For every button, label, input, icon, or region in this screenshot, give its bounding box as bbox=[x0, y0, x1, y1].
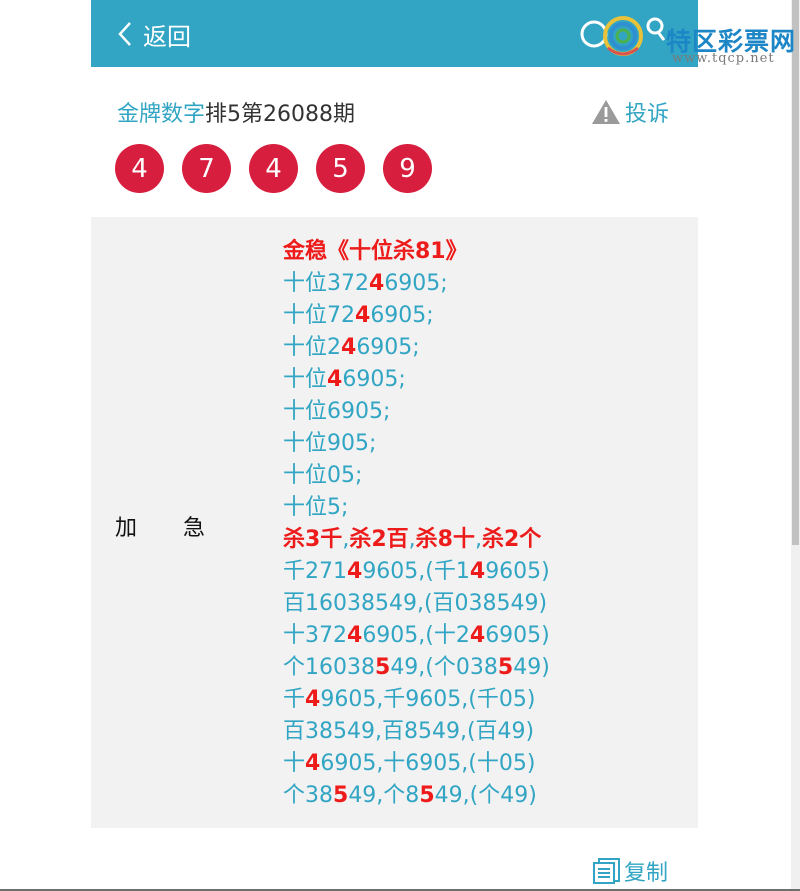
line-segment: 十位 bbox=[283, 367, 328, 392]
highlight-digit: 5 bbox=[497, 655, 514, 680]
prediction-line: 十位905; bbox=[283, 428, 550, 460]
prediction-lines: 金稳《十位杀81》 十位37246905; 十位7246905; 十位246905; 十… bbox=[283, 236, 550, 812]
complain-label: 投诉 bbox=[625, 102, 670, 127]
line-segment: 6905; bbox=[384, 271, 448, 296]
prediction-line: 十位7246905; bbox=[283, 300, 550, 332]
line-segment: 9605,千9605,(千05) bbox=[320, 687, 536, 712]
line-segment: 6905) bbox=[485, 623, 550, 648]
prediction-heading: 金稳《十位杀81》 bbox=[283, 236, 550, 268]
highlight-digit: 4 bbox=[355, 303, 371, 328]
line-segment: 8 bbox=[361, 655, 375, 680]
line-segment: 十位6905; bbox=[283, 399, 391, 424]
source-link[interactable]: 金牌数字 bbox=[117, 102, 205, 127]
prediction-line: 十位05; bbox=[283, 460, 550, 492]
warning-icon bbox=[592, 100, 620, 124]
prediction-heading: 杀3千,杀2百,杀8十,杀2个 bbox=[283, 524, 550, 556]
line-segment: 千 bbox=[283, 687, 306, 712]
separator: , bbox=[408, 527, 416, 552]
highlight-digit: 4 bbox=[347, 623, 363, 648]
scrollbar-thumb[interactable] bbox=[792, 0, 799, 545]
issue-title: 排5第26088期 bbox=[205, 102, 355, 127]
prediction-line: 百38549,百8549,(百49) bbox=[283, 716, 550, 748]
line-segment: 个38 bbox=[283, 783, 333, 808]
highlight-digit: 4 bbox=[341, 335, 357, 360]
prediction-line: 十位46905; bbox=[283, 364, 550, 396]
prediction-line: 百16038549,(百038549) bbox=[283, 588, 550, 620]
line-segment: 十 bbox=[283, 751, 306, 776]
site-logo: 特区彩票网 www.tqcp.net bbox=[578, 8, 795, 66]
highlight-digit: 5 bbox=[419, 783, 435, 808]
line-segment: 十372 bbox=[283, 623, 347, 648]
line-segment: 十位5; bbox=[283, 495, 349, 520]
logo-swirl-icon bbox=[580, 16, 666, 56]
prediction-line: 十37246905,(十246905) bbox=[283, 620, 550, 652]
separator: , bbox=[474, 527, 482, 552]
result-ball: 9 bbox=[383, 144, 432, 193]
prediction-line: 十位6905; bbox=[283, 396, 550, 428]
line-segment: 金稳《十位杀81》 bbox=[283, 239, 468, 264]
highlight-digit: 4 bbox=[369, 271, 385, 296]
back-label: 返回 bbox=[143, 22, 191, 51]
urgent-label: 加急 bbox=[115, 510, 207, 542]
complain-button[interactable]: 投诉 bbox=[591, 96, 669, 128]
line-segment: 十位05; bbox=[283, 463, 363, 488]
prediction-line: 十位37246905; bbox=[283, 268, 550, 300]
prediction-line: 个16038549,(个038549) bbox=[283, 652, 550, 684]
line-segment: 9605) bbox=[485, 559, 550, 584]
highlight-digit: 4 bbox=[469, 623, 486, 648]
result-ball: 4 bbox=[249, 144, 298, 193]
highlight-digit: 4 bbox=[347, 559, 363, 584]
highlight-digit: 5 bbox=[375, 655, 391, 680]
prediction-line: 个38549,个8549,(个49) bbox=[283, 780, 550, 812]
line-segment: 49,(个49) bbox=[434, 783, 537, 808]
line-segment: 杀8十 bbox=[415, 527, 475, 552]
copy-icon bbox=[593, 858, 620, 884]
highlight-digit: 5 bbox=[333, 783, 349, 808]
urgent-label-char: 加 bbox=[115, 516, 140, 541]
prediction-line: 千49605,千9605,(千05) bbox=[283, 684, 550, 716]
back-button[interactable]: 返回 bbox=[117, 18, 191, 51]
copy-button[interactable]: 复制 bbox=[592, 856, 668, 886]
line-segment: 6905; bbox=[356, 335, 420, 360]
result-ball: 5 bbox=[316, 144, 365, 193]
copy-label: 复制 bbox=[624, 861, 669, 886]
line-segment: 个1603 bbox=[283, 655, 361, 680]
result-balls: 4 7 4 5 9 bbox=[115, 144, 450, 193]
line-segment: 十位2 bbox=[283, 335, 341, 360]
result-ball: 7 bbox=[182, 144, 231, 193]
line-segment: 49,个8 bbox=[348, 783, 420, 808]
line-segment: 百16038549,(百038549) bbox=[283, 591, 548, 616]
urgent-label-char: 急 bbox=[183, 516, 208, 541]
line-segment: 6905; bbox=[342, 367, 406, 392]
result-ball: 4 bbox=[115, 144, 164, 193]
prediction-content: 加急 金稳《十位杀81》 十位37246905; 十位7246905; 十位24690… bbox=[91, 217, 698, 828]
line-segment: 49,(个03 bbox=[390, 655, 484, 680]
line-segment: 千271 bbox=[283, 559, 347, 584]
prediction-line: 十位5; bbox=[283, 492, 550, 524]
prediction-line: 千27149605,(千149605) bbox=[283, 556, 550, 588]
highlight-digit: 4 bbox=[327, 367, 343, 392]
highlight-digit: 4 bbox=[469, 559, 486, 584]
line-segment: 杀3千 bbox=[283, 527, 343, 552]
chevron-left-icon bbox=[118, 22, 131, 46]
line-segment: 十位372 bbox=[283, 271, 369, 296]
logo-url: www.tqcp.net bbox=[672, 51, 775, 66]
line-segment: 杀2百 bbox=[349, 527, 409, 552]
line-segment: 8 bbox=[483, 655, 498, 680]
line-segment: 十位72 bbox=[283, 303, 355, 328]
prediction-line: 十46905,十6905,(十05) bbox=[283, 748, 550, 780]
line-segment: 百38549,百8549,(百49) bbox=[283, 719, 535, 744]
highlight-digit: 4 bbox=[305, 751, 321, 776]
line-segment: 杀2个 bbox=[481, 527, 542, 552]
line-segment: 9605,(千1 bbox=[362, 559, 470, 584]
highlight-digit: 4 bbox=[305, 687, 321, 712]
prediction-line: 十位246905; bbox=[283, 332, 550, 364]
line-segment: 6905; bbox=[370, 303, 434, 328]
line-segment: 十位905; bbox=[283, 431, 377, 456]
line-segment: 49) bbox=[513, 655, 550, 680]
line-segment: 6905,十6905,(十05) bbox=[320, 751, 536, 776]
line-segment: 6905,(十2 bbox=[362, 623, 470, 648]
